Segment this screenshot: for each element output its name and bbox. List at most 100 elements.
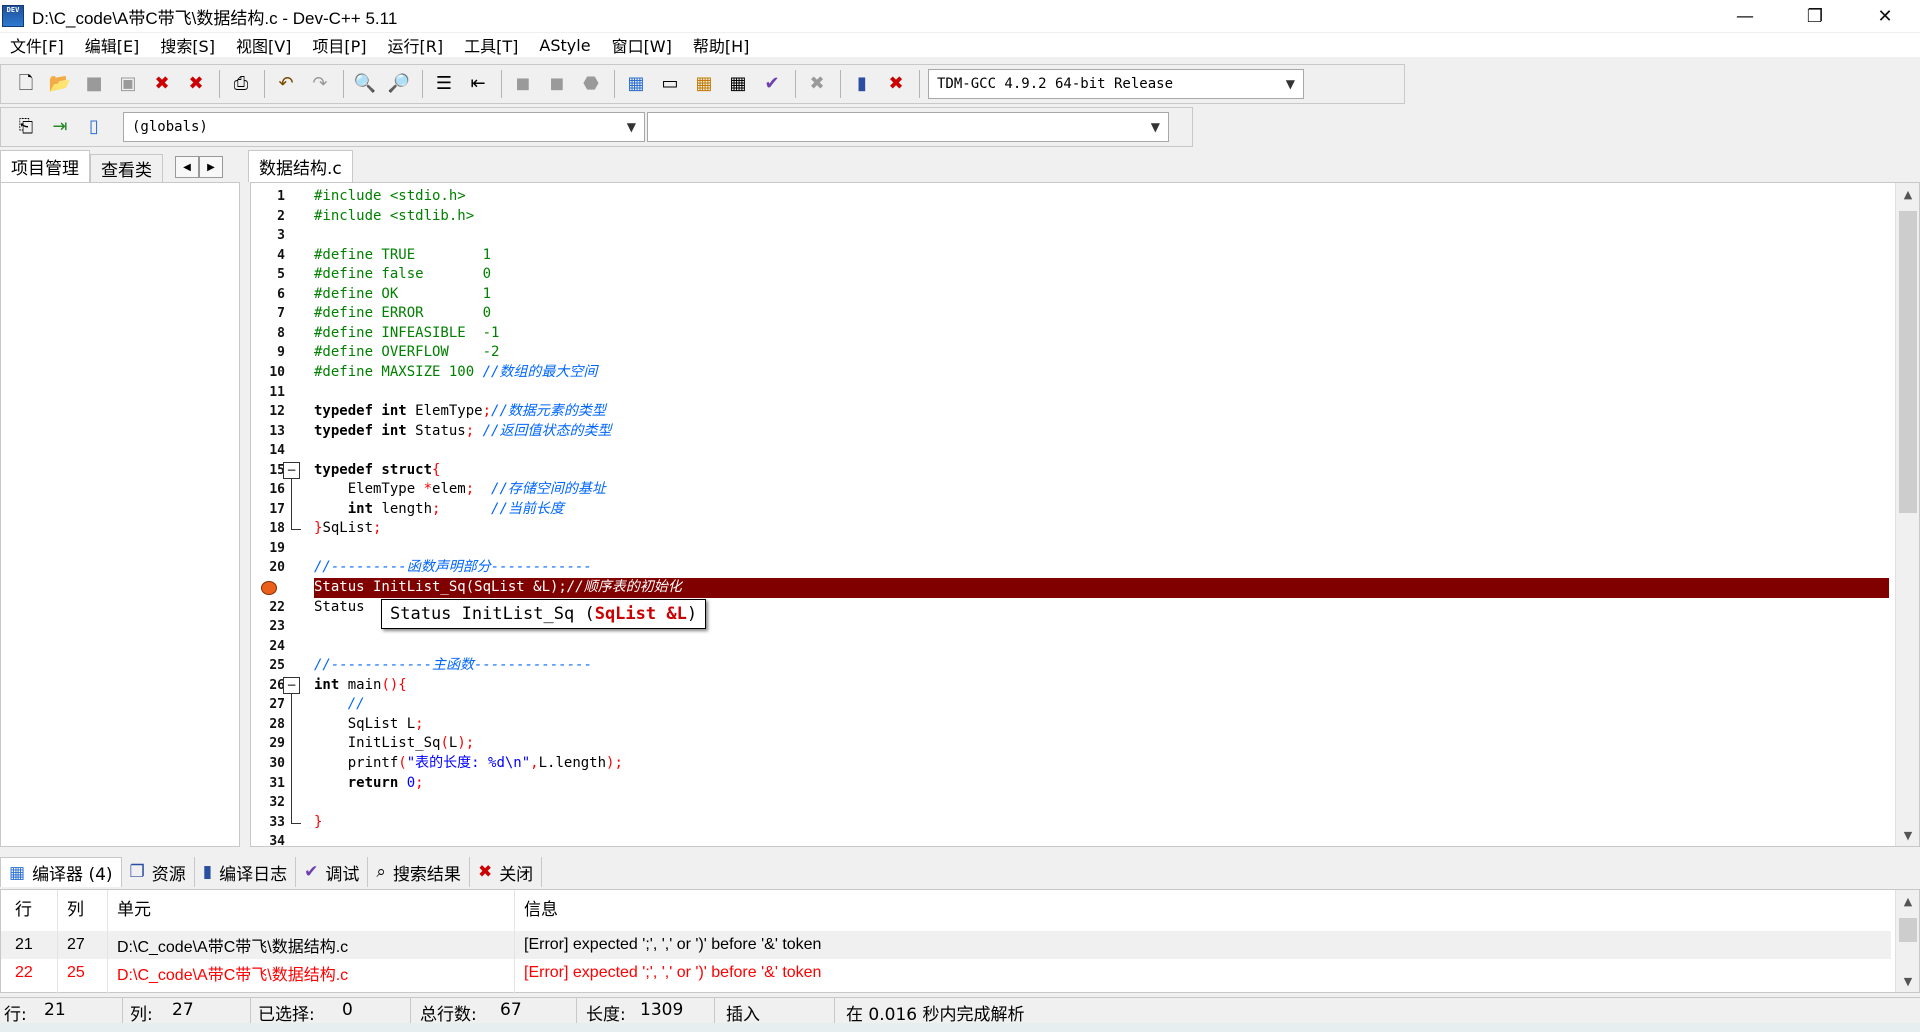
line-number[interactable]: 22 (251, 598, 285, 618)
line-number[interactable]: 9 (251, 343, 285, 363)
code-line[interactable]: #define ERROR 0 (314, 304, 1889, 324)
run-icon[interactable]: ▭ (657, 71, 683, 97)
line-number[interactable]: 32 (251, 793, 285, 813)
tab-data-structure-file[interactable]: 数据结构.c (248, 150, 353, 182)
function-select[interactable]: ▼ (647, 112, 1169, 142)
save-all-icon[interactable]: ▣ (115, 71, 141, 97)
header-line[interactable]: 行 (15, 895, 32, 920)
line-number[interactable]: 30 (251, 754, 285, 774)
compile-run-icon[interactable]: ▦ (691, 71, 717, 97)
scroll-down-icon[interactable]: ▼ (1896, 970, 1920, 992)
line-number[interactable]: 29 (251, 734, 285, 754)
line-number[interactable]: 26 (251, 676, 285, 696)
line-number[interactable]: 10 (251, 363, 285, 383)
code-line[interactable]: int main(){ (314, 676, 1889, 696)
code-line[interactable]: #define INFEASIBLE -1 (314, 324, 1889, 344)
tab-scroll-right-icon[interactable]: ▶ (199, 156, 223, 178)
compile-icon[interactable]: ▦ (623, 71, 649, 97)
save-icon[interactable]: ■ (81, 71, 107, 97)
code-line[interactable]: #define MAXSIZE 100 //数组的最大空间 (314, 363, 1889, 383)
menu-view[interactable]: 视图[V] (236, 33, 291, 57)
scope-select[interactable]: (globals) ▼ (123, 112, 645, 142)
code-line[interactable]: InitList_Sq(L); (314, 734, 1889, 754)
code-line[interactable]: //---------函数声明部分------------ (314, 558, 1889, 578)
menu-project[interactable]: 项目[P] (312, 33, 366, 57)
code-line[interactable] (314, 793, 1889, 813)
menu-astyle[interactable]: AStyle (539, 36, 590, 55)
bottom-tab[interactable]: ✖ 关闭 (470, 857, 543, 887)
code-line[interactable] (314, 832, 1889, 846)
code-line[interactable]: #define false 0 (314, 265, 1889, 285)
code-line[interactable] (314, 637, 1889, 657)
code-line[interactable]: Status InitList_Sq(SqList &L);//顺序表的初始化 (314, 578, 1889, 598)
code-line[interactable]: typedef int ElemType;//数据元素的类型 (314, 402, 1889, 422)
print-icon[interactable]: ⎙ (228, 71, 254, 97)
line-number[interactable]: 16 (251, 480, 285, 500)
code-line[interactable]: //------------主函数-------------- (314, 656, 1889, 676)
replace-icon[interactable]: 🔎 (386, 71, 412, 97)
code-line[interactable] (314, 539, 1889, 559)
rebuild-icon[interactable]: ▦ (725, 71, 751, 97)
code-line[interactable] (314, 441, 1889, 461)
code-line[interactable]: }SqList; (314, 519, 1889, 539)
unindent-icon[interactable]: ⇤ (465, 71, 491, 97)
code-line[interactable] (314, 226, 1889, 246)
goto-icon[interactable]: ⇥ (47, 114, 73, 140)
line-number[interactable]: 20 (251, 558, 285, 578)
tab-class-browser[interactable]: 查看类 (90, 154, 163, 182)
code-line[interactable]: #define TRUE 1 (314, 246, 1889, 266)
editor-scrollbar[interactable]: ▲ ▼ (1895, 183, 1919, 846)
line-number[interactable]: 34 (251, 832, 285, 846)
messages-scroll-thumb[interactable] (1899, 918, 1917, 942)
open-file-icon[interactable]: 📂 (47, 71, 73, 97)
close-window-button[interactable]: ✕ (1850, 0, 1920, 32)
close-file-icon[interactable]: ✖ (149, 71, 175, 97)
undo-icon[interactable]: ↶ (273, 71, 299, 97)
menu-edit[interactable]: 编辑[E] (85, 33, 140, 57)
line-number[interactable]: 23 (251, 617, 285, 637)
code-line[interactable]: SqList L; (314, 715, 1889, 735)
code-line[interactable]: } (314, 813, 1889, 833)
line-number[interactable]: 13 (251, 422, 285, 442)
editor-scroll-thumb[interactable] (1899, 211, 1917, 513)
line-number[interactable]: 24 (251, 637, 285, 657)
messages-scrollbar[interactable]: ▲ ▼ (1895, 890, 1919, 992)
tab-scroll-left-icon[interactable]: ◀ (175, 156, 199, 178)
minimize-button[interactable]: — (1710, 0, 1780, 32)
menu-run[interactable]: 运行[R] (388, 33, 444, 57)
code-editor[interactable]: 1234567891011121314151617181920212223242… (250, 182, 1920, 847)
line-number[interactable]: 1 (251, 187, 285, 207)
fold-collapse-icon[interactable]: − (283, 461, 300, 479)
find-icon[interactable]: 🔍 (352, 71, 378, 97)
header-col[interactable]: 列 (67, 895, 84, 920)
menu-help[interactable]: 帮助[H] (693, 33, 750, 57)
fold-collapse-icon[interactable]: − (283, 676, 300, 694)
stop-icon[interactable]: ✖ (804, 71, 830, 97)
scroll-up-icon[interactable]: ▲ (1896, 183, 1919, 205)
bottom-tab[interactable]: ▮ 编译日志 (195, 857, 297, 887)
restore-button[interactable]: ❐ (1780, 0, 1850, 32)
code-line[interactable]: int length; //当前长度 (314, 500, 1889, 520)
line-number[interactable]: 2 (251, 207, 285, 227)
header-message[interactable]: 信息 (524, 895, 558, 920)
code-line[interactable]: // (314, 695, 1889, 715)
app-icon[interactable]: DEV (2, 5, 24, 27)
insert-icon[interactable]: ⎗ (13, 114, 39, 140)
line-number[interactable]: 14 (251, 441, 285, 461)
scroll-down-icon[interactable]: ▼ (1896, 824, 1919, 846)
bottom-tab[interactable]: ❐ 资源 (122, 857, 195, 887)
bottom-tab[interactable]: ▦ 编译器 (4) (0, 857, 122, 887)
code-line[interactable]: printf("表的长度: %d\n",L.length); (314, 754, 1889, 774)
code-line[interactable]: #define OVERFLOW -2 (314, 343, 1889, 363)
code-line[interactable]: #include <stdio.h> (314, 187, 1889, 207)
line-number[interactable]: 15 (251, 461, 285, 481)
line-number[interactable]: 7 (251, 304, 285, 324)
line-number[interactable]: 6 (251, 285, 285, 305)
line-number[interactable]: 11 (251, 383, 285, 403)
line-number[interactable]: 4 (251, 246, 285, 266)
close-all-icon[interactable]: ✖ (183, 71, 209, 97)
code-line[interactable]: ElemType *elem; //存储空间的基址 (314, 480, 1889, 500)
bookmark-icon[interactable]: ▯ (81, 114, 107, 140)
delete-profile-icon[interactable]: ✖ (883, 71, 909, 97)
line-number[interactable]: 3 (251, 226, 285, 246)
